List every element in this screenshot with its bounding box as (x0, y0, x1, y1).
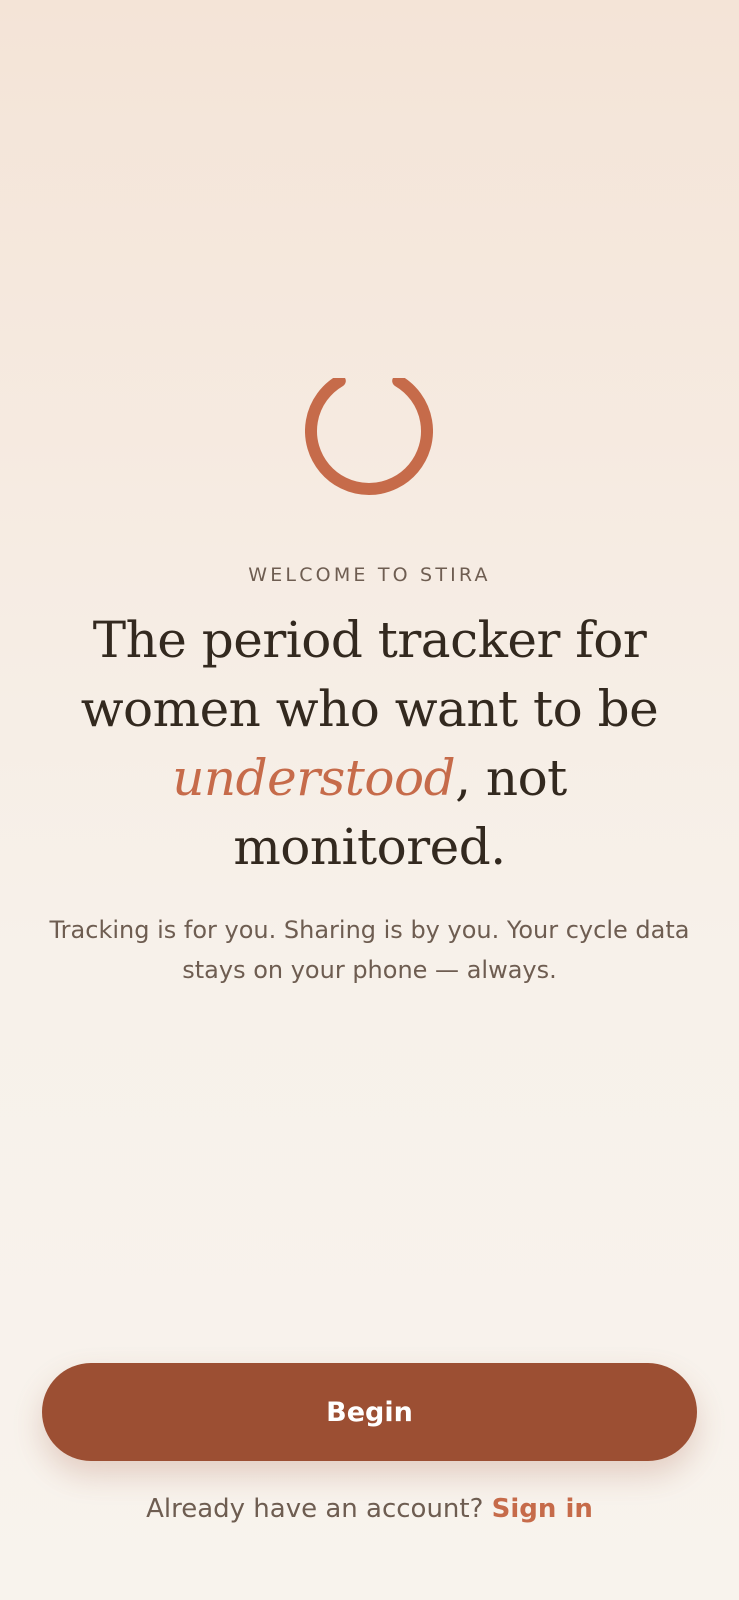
signin-prompt: Already have an account? (146, 1494, 484, 1524)
headline-accent-word: understood (172, 749, 456, 807)
begin-button[interactable]: Begin (42, 1363, 697, 1461)
welcome-eyebrow: WELCOME TO STIRA (248, 564, 491, 586)
signin-row: Already have an account? Sign in (0, 1494, 739, 1524)
open-ring-logo-icon (305, 378, 433, 496)
signin-link[interactable]: Sign in (492, 1494, 593, 1524)
headline: The period tracker for women who want to… (50, 606, 689, 882)
welcome-subtext: Tracking is for you. Sharing is by you. … (49, 916, 690, 984)
headline-text: The period tracker for women who want to… (80, 611, 659, 738)
